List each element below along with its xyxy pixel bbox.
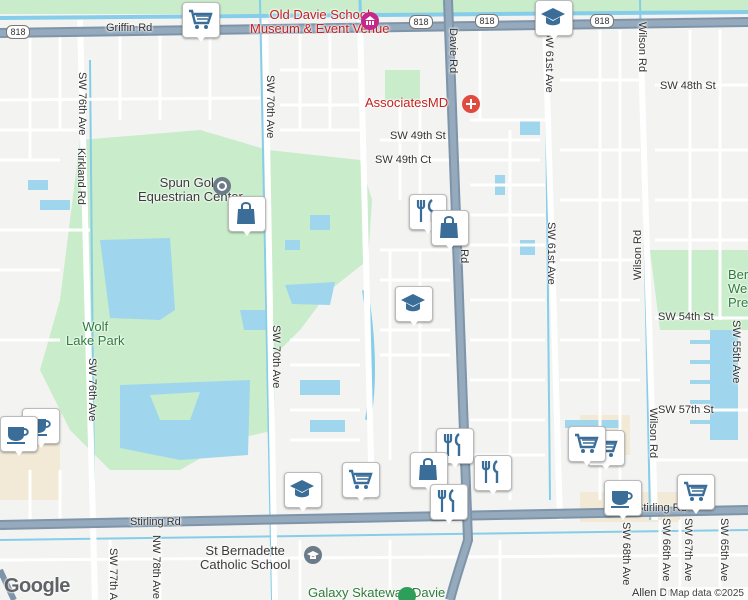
map-marker[interactable]	[182, 2, 220, 44]
coffee-icon	[611, 491, 633, 508]
medical-icon[interactable]	[462, 95, 480, 113]
road-label-sw48: SW 48th St	[660, 80, 716, 92]
school-icon	[541, 8, 565, 26]
place-name-line1: Ber	[728, 267, 748, 282]
map-marker[interactable]	[604, 480, 642, 522]
place-name-line1: Wolf	[82, 319, 109, 334]
cart-icon	[189, 9, 213, 29]
lake	[100, 238, 175, 320]
map-marker[interactable]	[395, 286, 433, 328]
map-marker[interactable]	[284, 472, 322, 514]
place-name-line2: Lake Park	[66, 333, 125, 348]
road-label-stirling: Stirling Rd	[130, 516, 181, 528]
school-icon	[401, 294, 425, 312]
map-canvas[interactable]: 818 818 818 818 Griffin Rd Stirling Rd S…	[0, 0, 748, 600]
road-label-sw66: SW 66th Ave	[660, 518, 672, 582]
road-label-sw55: SW 55th Ave	[730, 320, 742, 384]
cart-icon	[684, 481, 708, 501]
cart-icon	[349, 469, 373, 489]
road-label-sw70: SW 70th Ave	[264, 75, 276, 139]
road-label-sw49ct: SW 49th Ct	[375, 154, 432, 166]
place-name-line2: Catholic School	[200, 557, 291, 572]
restaurant-icon	[481, 460, 499, 483]
map-marker[interactable]	[535, 0, 573, 42]
museum-icon[interactable]	[361, 12, 379, 30]
road-label-sw76: SW 76th Ave	[76, 72, 88, 136]
place-name-line1: Old Davie School	[269, 7, 370, 22]
map-marker[interactable]	[342, 462, 380, 504]
route-shield: 818	[409, 15, 433, 29]
road-label-sw70-bottom: SW 70th Ave	[270, 325, 282, 389]
shopping-bag-icon	[419, 458, 437, 480]
map-marker[interactable]	[474, 455, 512, 497]
road-label-sw78: NW 78th Ave	[150, 535, 162, 599]
place-name-line2: We	[728, 281, 748, 296]
map-marker[interactable]	[228, 196, 266, 238]
place-bern-partial[interactable]: Ber We Pre	[728, 268, 748, 310]
road-label-kirkland: Kirkland Rd	[75, 148, 87, 205]
school-icon[interactable]	[304, 546, 322, 564]
road-label-sw68: SW 68th Ave	[620, 522, 632, 586]
map-marker[interactable]	[677, 474, 715, 516]
map-marker[interactable]	[431, 210, 469, 252]
map-attribution[interactable]: Map data ©2025	[665, 587, 748, 600]
school-icon	[290, 480, 314, 498]
road-label-wilson-mid: Wilson Rd	[632, 229, 644, 280]
place-associatesmd[interactable]: AssociatesMD	[365, 96, 448, 110]
google-logo: Google	[4, 575, 70, 597]
skate-icon[interactable]	[398, 587, 416, 600]
coffee-icon	[7, 427, 29, 444]
road-label-wilson: Wilson Rd	[636, 22, 648, 73]
map-marker[interactable]	[568, 426, 606, 468]
place-name-line1: St Bernadette	[205, 543, 285, 558]
road-label-davie: Davie Rd	[447, 28, 459, 74]
route-shield: 818	[6, 25, 30, 39]
place-name-line1: Spun Gold	[159, 175, 222, 190]
place-galaxy-skateway[interactable]: Galaxy Skateway Davie	[308, 586, 445, 600]
road-label-sw54: SW 54th St	[658, 311, 714, 323]
road-label-sw67: SW 67th Ave	[682, 518, 694, 582]
restaurant-icon	[437, 489, 455, 512]
road-label-griffin: Griffin Rd	[106, 22, 153, 34]
map-marker[interactable]	[430, 484, 468, 526]
road-label-sw76-bottom: SW 76th Ave	[86, 358, 98, 422]
map-marker[interactable]	[0, 416, 38, 458]
shopping-bag-icon	[237, 202, 255, 224]
road-label-sw61: SW 61st Ave	[545, 222, 557, 285]
route-shield: 818	[475, 14, 499, 28]
route-shield: 818	[590, 14, 614, 28]
road-label-sw65: SW 65th Ave	[718, 518, 730, 582]
road-label-sw49: SW 49th St	[390, 130, 446, 142]
cart-icon	[575, 433, 599, 453]
place-wolf-lake-park[interactable]: Wolf Lake Park	[66, 320, 125, 348]
shopping-bag-icon	[440, 216, 458, 238]
location-pin-icon[interactable]	[213, 177, 231, 195]
place-name-line3: Pre	[728, 295, 748, 310]
road-label-sw77: SW 77th Ave	[107, 548, 119, 600]
place-st-bernadette[interactable]: St Bernadette Catholic School	[200, 544, 290, 572]
road-label-sw57: SW 57th St	[658, 404, 714, 416]
